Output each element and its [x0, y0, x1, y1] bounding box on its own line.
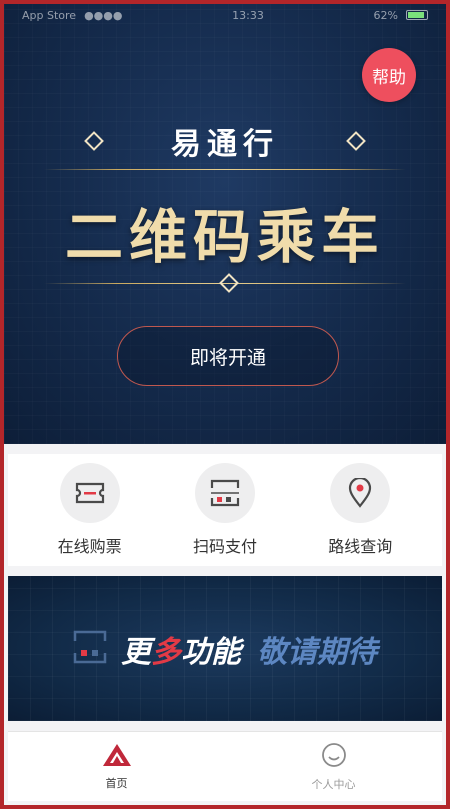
brand-logo: 易通行: [171, 127, 279, 162]
status-bar: App Store ●●●● 13:33 62%: [4, 4, 446, 26]
ticket-icon: [59, 463, 120, 523]
battery-percent: 62%: [373, 8, 398, 22]
action-buy-ticket[interactable]: 在线购票: [35, 463, 145, 557]
help-button[interactable]: 帮助: [362, 48, 416, 102]
action-label-route-query: 路线查询: [328, 537, 393, 556]
quick-actions: 在线购票 扫码支付 路线查询: [8, 454, 442, 566]
banner-text-stay-tuned: 敬请期待: [257, 634, 377, 670]
diamond-center-icon: [219, 273, 239, 293]
page-title: 二维码乘车: [64, 203, 385, 271]
gold-divider-top: [44, 169, 406, 170]
signal-icon: ●●●●: [84, 8, 123, 22]
smiley-icon: [321, 742, 347, 772]
bottom-nav: 首页 个人中心: [8, 731, 442, 801]
banner-text-more-features: 更多功能: [121, 634, 241, 670]
status-time: 13:33: [232, 8, 264, 22]
carrier-text: App Store: [22, 8, 77, 22]
action-scan-pay[interactable]: 扫码支付: [170, 463, 280, 557]
home-logo-icon: [102, 743, 132, 771]
banner-slogan: 更多功能 敬请期待: [121, 627, 377, 671]
more-features-banner[interactable]: 更多功能 敬请期待: [8, 576, 442, 721]
nav-item-home[interactable]: 首页: [8, 732, 225, 801]
app-frame: App Store ●●●● 13:33 62% 帮助 易通行 二维码乘车 即将…: [0, 0, 450, 809]
diamond-left-icon: [84, 131, 104, 151]
nav-item-profile[interactable]: 个人中心: [225, 732, 442, 801]
hero-banner: App Store ●●●● 13:33 62% 帮助 易通行 二维码乘车 即将…: [4, 4, 446, 444]
scan-frame-icon: [73, 630, 107, 668]
nav-label-home: 首页: [105, 776, 128, 790]
action-label-scan-pay: 扫码支付: [192, 537, 257, 556]
nav-label-profile: 个人中心: [311, 777, 356, 791]
action-label-buy-ticket: 在线购票: [57, 537, 122, 556]
brand-row: 易通行: [4, 119, 446, 163]
battery-icon: [406, 10, 428, 20]
location-pin-icon: [330, 463, 391, 523]
scan-icon: [194, 463, 255, 523]
diamond-right-icon: [346, 131, 366, 151]
coming-soon-button[interactable]: 即将开通: [117, 326, 339, 386]
action-route-query[interactable]: 路线查询: [305, 463, 415, 557]
